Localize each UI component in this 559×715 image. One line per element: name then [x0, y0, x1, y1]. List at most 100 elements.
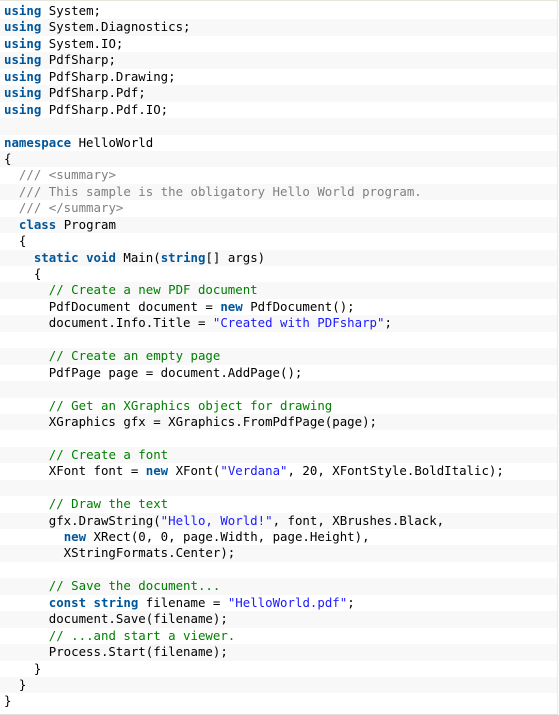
code-text-token: XGraphics gfx = XGraphics.FromPdfPage(pa…: [4, 413, 377, 429]
code-text-token: XFont(: [168, 463, 221, 479]
string-literal-token: "Verdana": [220, 463, 288, 479]
code-line: XGraphics gfx = XGraphics.FromPdfPage(pa…: [0, 413, 557, 431]
code-line: PdfDocument document = new PdfDocument()…: [0, 299, 557, 315]
code-text-token: [] args): [205, 249, 266, 265]
code-line: static void Main(string[] args): [0, 249, 557, 266]
code-text-token: document.Info.Title =: [4, 315, 213, 331]
keyword-token: void: [86, 249, 116, 265]
keyword-token: new: [220, 298, 243, 314]
comment-token: // Draw the text: [48, 496, 169, 512]
keyword-token: using: [4, 3, 42, 18]
code-text-token: XFont font =: [4, 463, 146, 479]
code-line: class Program: [0, 216, 557, 234]
code-line: }: [0, 676, 557, 694]
keyword-token: using: [4, 101, 42, 117]
code-line: [0, 479, 557, 497]
code-block: using System; using System.Diagnostics; us…: [0, 1, 557, 710]
comment-token: // Create a new PDF document: [48, 282, 258, 298]
comment-token: // ...and start a viewer.: [48, 627, 236, 643]
doc-comment-token: /// </summary>: [18, 200, 124, 216]
code-text-token: Process.Start(filename);: [4, 644, 228, 660]
code-text-token: {: [4, 266, 42, 281]
code-text-token: filename =: [138, 594, 228, 610]
code-line: document.Info.Title = "Created with PDFs…: [0, 315, 557, 332]
code-line: const string filename = "HelloWorld.pdf"…: [0, 595, 557, 611]
code-line: {: [0, 233, 557, 249]
keyword-token: new: [63, 529, 87, 544]
code-text-token: document.Save(filename);: [4, 611, 228, 627]
code-text-token: System.IO;: [41, 35, 124, 51]
code-text-token: {: [4, 150, 12, 166]
code-line: PdfPage page = document.AddPage();: [0, 365, 557, 381]
code-line: using System.Diagnostics;: [0, 19, 557, 36]
comment-token: // Create a font: [48, 446, 169, 462]
keyword-token: class: [18, 216, 57, 232]
keyword-token: namespace: [4, 134, 72, 150]
code-text-token: }: [4, 676, 27, 692]
code-text-token: XStringFormats.Center);: [4, 545, 236, 561]
string-literal-token: "Hello, World!": [160, 512, 273, 528]
code-line: // Get an XGraphics object for drawing: [0, 398, 557, 414]
code-text-token: , font, XBrushes.Black,: [272, 512, 445, 528]
keyword-token: new: [145, 463, 169, 479]
code-line: // ...and start a viewer.: [0, 628, 557, 644]
code-line: [0, 118, 557, 135]
code-text-token: PdfDocument document =: [4, 298, 221, 314]
code-text-token: System.Diagnostics;: [41, 19, 191, 35]
code-text-token: ;: [347, 594, 355, 610]
code-line: // Create an empty page: [0, 348, 557, 365]
code-text-token: }: [4, 693, 12, 709]
code-text-token: gfx.DrawString(: [4, 512, 161, 528]
code-text-token: PdfSharp.Pdf;: [41, 85, 146, 101]
code-viewer: using System; using System.Diagnostics; us…: [0, 0, 558, 715]
code-line: XStringFormats.Center);: [0, 545, 557, 562]
string-literal-token: "HelloWorld.pdf": [227, 594, 348, 610]
code-line: // Save the document...: [0, 578, 557, 595]
code-text-token: }: [4, 660, 42, 676]
code-line: namespace HelloWorld: [0, 135, 557, 151]
code-text-token: PdfSharp.Drawing;: [41, 68, 176, 84]
code-line: }: [0, 661, 557, 677]
code-text-token: Main(: [115, 249, 161, 265]
doc-comment-token: /// <summary>: [18, 167, 116, 183]
keyword-token: static: [33, 249, 79, 265]
code-line: XFont font = new XFont("Verdana", 20, XF…: [0, 463, 557, 479]
code-line: {: [0, 266, 557, 282]
code-line: using PdfSharp.Pdf.IO;: [0, 102, 557, 118]
code-text-token: , 20, XFontStyle.BoldItalic);: [287, 463, 504, 479]
keyword-token: using: [4, 85, 42, 101]
code-line: new XRect(0, 0, page.Width, page.Height)…: [0, 529, 557, 545]
keyword-token: using: [4, 68, 42, 84]
code-line: /// <summary>: [0, 167, 557, 183]
string-literal-token: "Created with PDFsharp": [212, 315, 385, 331]
code-text-token: XRect(0, 0, page.Width, page.Height),: [86, 529, 370, 544]
code-line: /// </summary>: [0, 200, 557, 216]
comment-token: // Get an XGraphics object for drawing: [48, 397, 333, 413]
code-text-token: System;: [41, 3, 101, 18]
code-line: using System.IO;: [0, 36, 557, 52]
keyword-token: string: [160, 249, 206, 265]
code-line: // Create a new PDF document: [0, 282, 557, 299]
code-text-token: PdfSharp.Pdf.IO;: [41, 101, 169, 117]
code-line: [0, 381, 557, 398]
code-text-token: PdfPage page = document.AddPage();: [4, 364, 303, 380]
code-line: document.Save(filename);: [0, 611, 557, 628]
code-text-token: PdfDocument();: [242, 298, 355, 314]
code-text-token: {: [4, 233, 27, 249]
